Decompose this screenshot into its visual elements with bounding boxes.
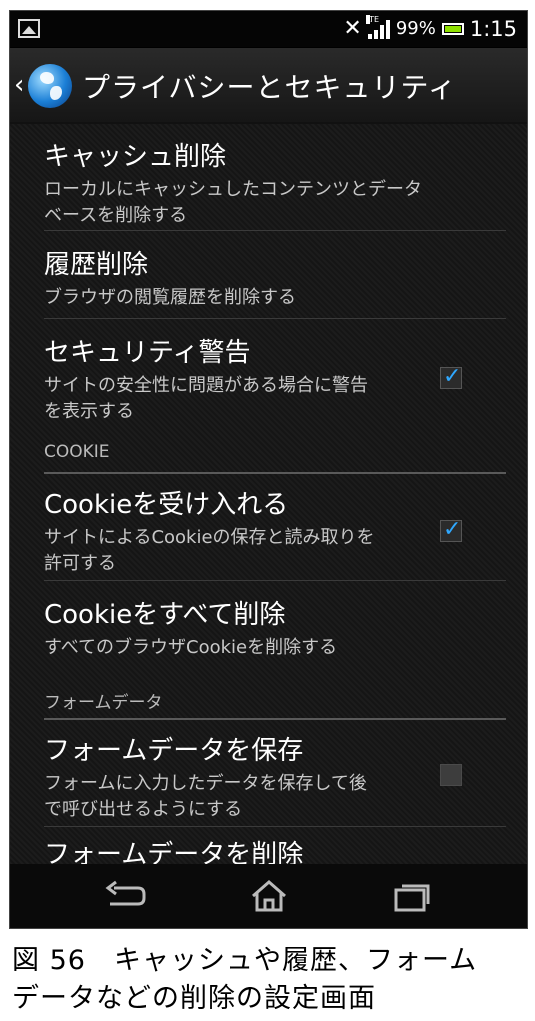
settings-list: キャッシュ削除 ローカルにキャッシュしたコンテンツとデータ ベースを削除する 履…: [10, 124, 527, 870]
item-title: セキュリティ警告: [44, 338, 251, 368]
divider: [44, 230, 506, 231]
action-bar[interactable]: ‹ プライバシーとセキュリティ: [10, 48, 527, 124]
summary-line: を表示する: [44, 401, 134, 422]
clock: 1:15: [469, 16, 517, 41]
item-summary: ローカルにキャッシュしたコンテンツとデータ ベースを削除する: [44, 177, 504, 229]
summary-line: で呼び出せるようにする: [44, 799, 243, 820]
security-warnings-item[interactable]: セキュリティ警告 サイトの安全性に問題がある場合に警告 を表示する: [44, 332, 504, 425]
image-icon: [18, 19, 40, 38]
item-summary: すべてのブラウザCookieを削除する: [44, 637, 338, 658]
section-divider: [44, 718, 506, 720]
caption-line-1: 図 56 キャッシュや履歴、フォーム: [12, 945, 478, 976]
lte-label: LTE: [365, 14, 380, 24]
globe-icon: [28, 64, 72, 108]
battery-percent: 99%: [395, 18, 436, 39]
figure-caption: 図 56 キャッシュや履歴、フォーム データなどの削除の設定画面: [12, 942, 477, 1018]
clear-history-item[interactable]: 履歴削除 ブラウザの閲覧履歴を削除する: [44, 244, 504, 311]
item-title: Cookieを受け入れる: [44, 490, 289, 520]
item-summary: サイトの安全性に問題がある場合に警告 を表示する: [44, 373, 504, 425]
summary-line: フォームに入力したデータを保存して後: [44, 773, 367, 794]
lte-signal-icon: LTE: [365, 14, 390, 39]
summary-line: ベースを削除する: [44, 205, 188, 226]
divider: [44, 318, 506, 319]
clear-all-cookies-item[interactable]: Cookieをすべて削除 すべてのブラウザCookieを削除する: [44, 594, 504, 661]
item-summary: サイトによるCookieの保存と読み取りを 許可する: [44, 525, 504, 577]
summary-line: ローカルにキャッシュしたコンテンツとデータ: [44, 179, 422, 200]
back-chevron-icon[interactable]: ‹: [14, 70, 24, 100]
section-divider: [44, 472, 506, 474]
battery-icon: [441, 22, 464, 35]
summary-line: 許可する: [44, 553, 116, 574]
item-summary: ブラウザの閲覧履歴を削除する: [44, 287, 296, 308]
security-warnings-checkbox[interactable]: [440, 364, 462, 389]
item-title: フォームデータを保存: [44, 736, 304, 766]
recent-apps-icon[interactable]: [382, 874, 442, 918]
navigation-bar: [10, 864, 527, 928]
summary-line: サイトの安全性に問題がある場合に警告: [44, 375, 368, 396]
item-summary: フォームに入力したデータを保存して後 で呼び出せるようにする: [44, 771, 504, 823]
item-title: Cookieをすべて削除: [44, 600, 286, 630]
divider: [44, 826, 506, 827]
clear-cache-item[interactable]: キャッシュ削除 ローカルにキャッシュしたコンテンツとデータ ベースを削除する: [44, 136, 504, 229]
home-icon[interactable]: [239, 874, 299, 918]
summary-line: サイトによるCookieの保存と読み取りを: [44, 527, 375, 548]
back-icon[interactable]: [96, 874, 156, 918]
caption-line-2: データなどの削除の設定画面: [12, 983, 376, 1014]
divider: [44, 580, 506, 581]
item-title: キャッシュ削除: [44, 142, 227, 172]
item-title: 履歴削除: [44, 250, 149, 280]
phone-screen: ✕ LTE 99% 1:15 ‹ プライバシーとセキュリティ キャッシュ削除 ロ…: [9, 10, 528, 929]
accept-cookies-item[interactable]: Cookieを受け入れる サイトによるCookieの保存と読み取りを 許可する: [44, 484, 504, 577]
accept-cookies-checkbox[interactable]: [440, 517, 462, 542]
page-title: プライバシーとセキュリティ: [82, 71, 457, 104]
section-header-cookie: COOKIE: [44, 442, 110, 462]
no-vibrate-icon: ✕: [343, 16, 362, 41]
save-form-data-checkbox[interactable]: [440, 764, 462, 786]
section-header-form-data: フォームデータ: [44, 693, 163, 713]
save-form-data-item[interactable]: フォームデータを保存 フォームに入力したデータを保存して後 で呼び出せるようにす…: [44, 730, 504, 823]
status-bar: ✕ LTE 99% 1:15: [10, 11, 527, 47]
